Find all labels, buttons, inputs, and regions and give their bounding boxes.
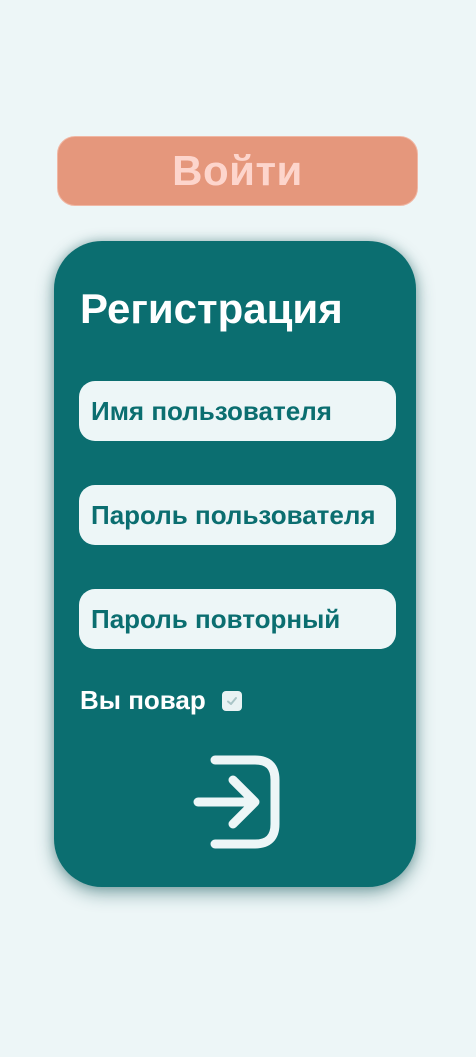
chef-checkbox[interactable] [221, 690, 242, 711]
auth-page: Войти Регистрация Вы повар [0, 0, 476, 1057]
submit-button[interactable] [193, 750, 283, 852]
check-icon [226, 696, 237, 705]
registration-title: Регистрация [80, 285, 343, 332]
login-button[interactable]: Войти [57, 136, 418, 206]
chef-label: Вы повар [80, 685, 206, 715]
password-input[interactable] [79, 485, 396, 545]
login-arrow-icon [193, 755, 280, 849]
chef-option: Вы повар [80, 685, 242, 716]
registration-card: Регистрация Вы повар [54, 241, 416, 887]
username-input[interactable] [79, 381, 396, 441]
password-repeat-input[interactable] [79, 589, 396, 649]
